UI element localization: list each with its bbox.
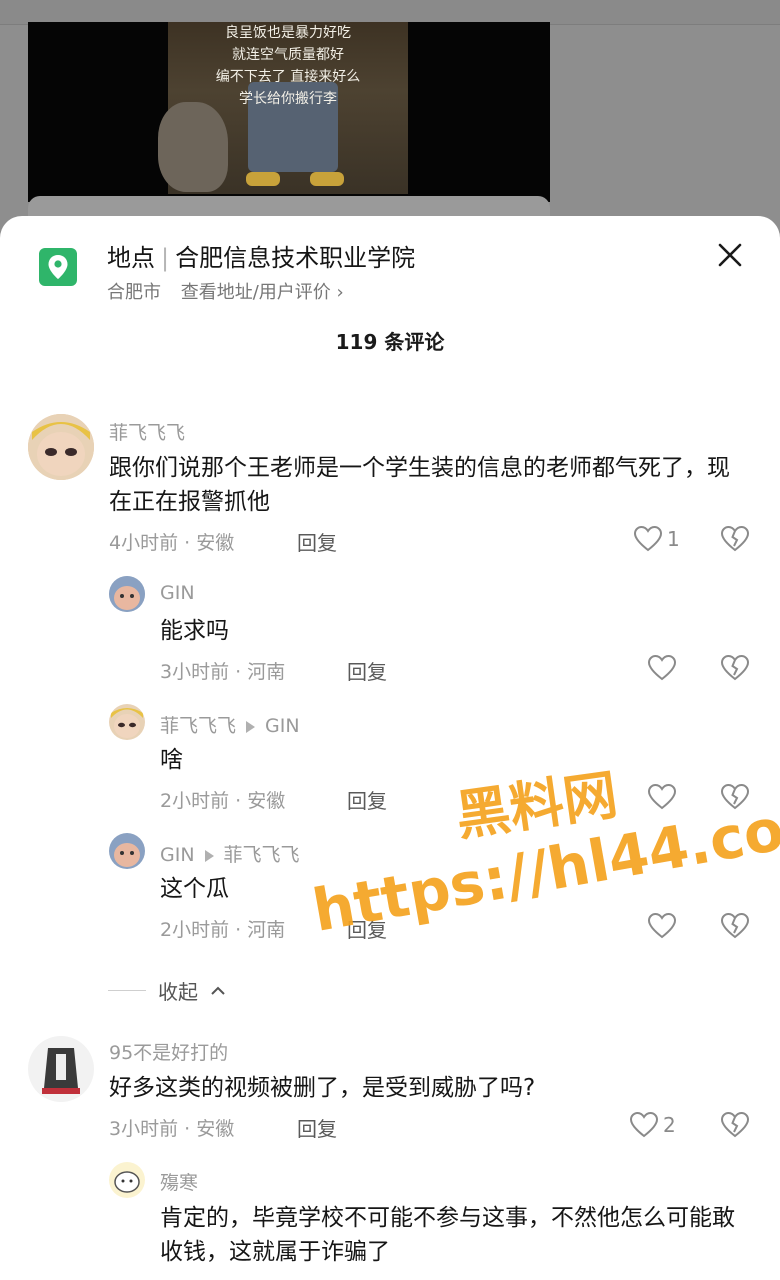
comment-meta: 3小时前 · 安徽 [109,1118,235,1140]
location-city: 合肥市 [107,282,161,303]
location-subtitle: 合肥市 查看地址/用户评价 › [107,278,344,304]
comment-username-line: 菲飞飞飞 GIN [160,711,300,738]
reply-target-username[interactable]: GIN [265,715,300,737]
like-count: 2 [663,1113,676,1137]
comment-text: 能求吗 [160,618,229,644]
location-pin-icon[interactable] [39,248,77,286]
comment-username[interactable]: 95不是好打的 [109,1038,228,1065]
reply-button[interactable]: 回复 [297,527,337,556]
reply-arrow-icon [204,849,214,862]
dislike-button[interactable] [720,654,750,686]
location-address-link[interactable]: 查看地址/用户评价 › [181,282,344,303]
reply-arrow-icon [246,720,256,733]
comment-text: 啥 [160,747,183,773]
comment-username-line: GIN 菲飞飞飞 [160,840,300,867]
avatar[interactable] [109,833,145,869]
heart-icon [647,912,677,939]
heart-icon [633,525,663,552]
comment-meta: 2小时前 · 河南 [160,919,286,941]
divider [108,990,146,991]
like-count: 1 [667,527,680,551]
subtitle-line: 编不下去了 直接来好么 [215,69,361,85]
like-button[interactable]: 1 [633,525,680,553]
dislike-button[interactable] [720,525,750,557]
comment-meta: 3小时前 · 河南 [160,661,286,683]
close-button[interactable] [713,238,747,272]
comment-username[interactable]: 菲飞飞飞 [109,418,185,445]
subtitle-line: 良呈饭也是暴力好吃 [225,25,351,41]
location-title[interactable]: 地点 | 合肥信息技术职业学院 [107,238,415,273]
heart-icon [629,1111,659,1138]
shoe-shape [246,172,280,186]
like-button[interactable] [647,912,681,940]
location-name: 合肥信息技术职业学院 [175,244,416,272]
heart-icon [647,654,677,681]
like-button[interactable] [647,654,681,682]
broken-heart-icon [720,654,750,681]
dislike-button[interactable] [720,1111,750,1143]
avatar[interactable] [109,704,145,740]
collapse-replies-button[interactable]: 收起 [108,976,226,1005]
comments-count: 119 条评论 [335,330,445,354]
broken-heart-icon [720,525,750,552]
avatar[interactable] [109,1162,145,1198]
comment-text: 好多这类的视频被删了，是受到威胁了吗? [109,1075,536,1101]
subtitle-line: 学长给你搬行李 [239,91,337,107]
reply-target-username[interactable]: 菲飞飞飞 [224,844,300,866]
subtitle-line: 就连空气质量都好 [232,47,344,63]
dislike-button[interactable] [720,912,750,944]
location-label: 地点 [107,244,155,272]
location-link-label: 查看地址/用户评价 [180,282,331,303]
comment-meta: 2小时前 · 安徽 [160,790,286,812]
comment-username[interactable]: GIN [160,582,195,604]
collapse-label: 收起 [158,980,198,1004]
broken-heart-icon [720,912,750,939]
heart-icon [647,783,677,810]
like-button[interactable]: 2 [629,1111,676,1139]
video-card-edge [28,196,550,216]
video-player[interactable]: 良呈饭也是暴力好吃 就连空气质量都好 编不下去了 直接来好么 学长给你搬行李 [28,22,550,202]
video-subtitles: 良呈饭也是暴力好吃 就连空气质量都好 编不下去了 直接来好么 学长给你搬行李 [168,22,408,110]
title-divider: | [161,244,170,272]
video-frame: 良呈饭也是暴力好吃 就连空气质量都好 编不下去了 直接来好么 学长给你搬行李 [158,22,408,194]
reply-button[interactable]: 回复 [297,1113,337,1142]
reply-button[interactable]: 回复 [347,785,387,814]
chevron-right-icon: › [336,282,344,303]
comment-text: 肯定的，毕竟学校不可能不参与这事，不然他怎么可能敢收钱，这就属于诈骗了 [160,1205,735,1265]
avatar[interactable] [28,414,94,480]
comment-username[interactable]: 菲飞飞飞 [160,715,236,737]
like-button[interactable] [647,783,681,811]
close-icon [718,243,742,267]
chevron-up-icon [211,986,225,995]
comment-text: 跟你们说那个王老师是一个学生装的信息的老师都气死了，现在正在报警抓他 [109,455,730,515]
broken-heart-icon [720,1111,750,1138]
avatar[interactable] [109,576,145,612]
shoe-shape [310,172,344,186]
comment-username[interactable]: 殤寒 [160,1168,198,1195]
avatar[interactable] [28,1036,94,1102]
comments-sheet: 地点 | 合肥信息技术职业学院 合肥市 查看地址/用户评价 › 119 条评论 菲飞… [0,216,780,1280]
reply-button[interactable]: 回复 [347,656,387,685]
comment-meta: 4小时前 · 安徽 [109,532,235,554]
comment-username[interactable]: GIN [160,844,195,866]
rock-shape [158,102,228,192]
